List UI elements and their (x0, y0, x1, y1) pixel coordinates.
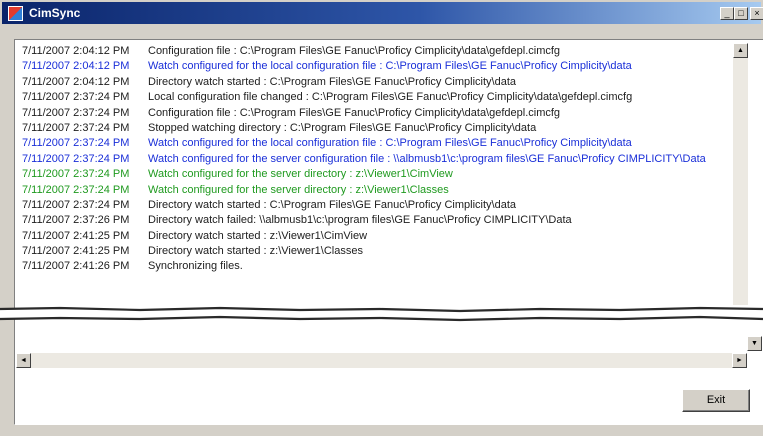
log-message: Directory watch failed: \\albmusb1\c:\pr… (148, 214, 572, 227)
exit-button[interactable]: Exit (682, 389, 750, 412)
log-message: Local configuration file changed : C:\Pr… (148, 91, 633, 104)
log-timestamp: 7/11/2007 2:37:24 PM (22, 137, 130, 150)
title-bar[interactable]: CimSync _ □ × (2, 2, 763, 24)
log-line: 7/11/2007 2:37:24 PM Directory watch star… (22, 198, 746, 213)
scroll-up-button[interactable]: ▲ (733, 43, 748, 58)
log-timestamp: 7/11/2007 2:37:24 PM (22, 183, 130, 196)
vertical-scrollbar[interactable]: ▲ (733, 43, 748, 305)
minimize-button[interactable]: _ (720, 7, 734, 20)
log-timestamp: 7/11/2007 2:37:24 PM (22, 91, 130, 104)
log-message: Directory watch started : C:\Program Fil… (148, 75, 516, 88)
maximize-button[interactable]: □ (734, 7, 748, 20)
torn-edge (0, 306, 763, 322)
log-line: 7/11/2007 2:41:25 PM Directory watch star… (22, 244, 746, 259)
log-line: 7/11/2007 2:41:25 PM Directory watch star… (22, 229, 746, 244)
log-line: 7/11/2007 2:41:26 PM Synchronizing files. (22, 259, 746, 274)
log-timestamp: 7/11/2007 2:37:24 PM (22, 106, 130, 119)
log-line: 7/11/2007 2:37:24 PM Watch configured for… (22, 183, 746, 198)
log-message: Watch configured for the local configura… (148, 137, 632, 150)
log-timestamp: 7/11/2007 2:04:12 PM (22, 60, 130, 73)
log-message: Directory watch started : z:\Viewer1\Cim… (148, 229, 368, 242)
log-line: 7/11/2007 2:37:24 PM Stopped watching dir… (22, 121, 746, 136)
log-line: 7/11/2007 2:04:12 PM Directory watch star… (22, 75, 746, 90)
log-timestamp: 7/11/2007 2:37:24 PM (22, 168, 130, 181)
log-timestamp: 7/11/2007 2:37:24 PM (22, 121, 130, 134)
log-line: 7/11/2007 2:04:12 PM Configuration file :… (22, 44, 746, 59)
log-timestamp: 7/11/2007 2:37:26 PM (22, 214, 130, 227)
log-message: Directory watch started : C:\Program Fil… (148, 198, 516, 211)
log-lines: 7/11/2007 2:04:12 PM Configuration file :… (22, 44, 746, 275)
scroll-left-button[interactable]: ◄ (16, 353, 31, 368)
horizontal-scrollbar[interactable]: ◄ ► (16, 353, 747, 368)
log-timestamp: 7/11/2007 2:41:25 PM (22, 229, 130, 242)
log-timestamp: 7/11/2007 2:04:12 PM (22, 45, 130, 57)
window-title: CimSync (29, 6, 81, 20)
close-button[interactable]: × (750, 7, 763, 20)
log-message: Stopped watching directory : C:\Program … (148, 121, 537, 134)
log-line: 7/11/2007 2:37:24 PM Local configuration … (22, 90, 746, 105)
log-message: Watch configured for the server director… (148, 168, 453, 181)
log-message: Watch configured for the server configur… (148, 152, 706, 165)
cimsync-window: CimSync _ □ × 7/11/2007 2:04:12 PM Config… (0, 0, 763, 436)
log-message: Watch configured for the server director… (148, 183, 449, 196)
scroll-right-button[interactable]: ► (732, 353, 747, 368)
log-line: 7/11/2007 2:37:24 PM Configuration file :… (22, 106, 746, 121)
log-message: Configuration file : C:\Program Files\GE… (148, 45, 561, 57)
log-message: Watch configured for the local configura… (148, 60, 632, 73)
scroll-down-button[interactable]: ▼ (747, 336, 762, 351)
log-timestamp: 7/11/2007 2:41:26 PM (22, 260, 130, 273)
log-line: 7/11/2007 2:37:24 PM Watch configured for… (22, 152, 746, 167)
log-message: Directory watch started : z:\Viewer1\Cla… (148, 245, 363, 258)
log-timestamp: 7/11/2007 2:04:12 PM (22, 75, 130, 88)
log-line: 7/11/2007 2:04:12 PM Watch configured for… (22, 59, 746, 74)
log-line: 7/11/2007 2:37:24 PM Watch configured for… (22, 136, 746, 151)
log-message: Synchronizing files. (148, 260, 243, 273)
app-icon (8, 6, 23, 21)
log-line: 7/11/2007 2:37:24 PM Watch configured for… (22, 167, 746, 182)
log-timestamp: 7/11/2007 2:37:24 PM (22, 198, 130, 211)
log-line: 7/11/2007 2:37:26 PM Directory watch fail… (22, 213, 746, 228)
log-timestamp: 7/11/2007 2:41:25 PM (22, 245, 130, 258)
log-timestamp: 7/11/2007 2:37:24 PM (22, 152, 130, 165)
log-message: Configuration file : C:\Program Files\GE… (148, 106, 561, 119)
